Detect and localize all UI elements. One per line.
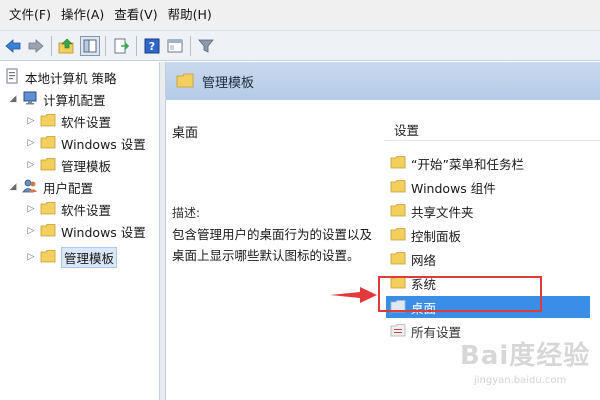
list-item[interactable]: Windows 组件: [390, 176, 496, 198]
folder-icon: [390, 155, 406, 172]
menu-help[interactable]: 帮助(H): [163, 0, 217, 30]
tree-item-user-software-settings[interactable]: ▷ 软件设置: [26, 198, 111, 220]
folder-icon: [40, 113, 56, 130]
help-icon[interactable]: ?: [142, 36, 162, 56]
show-hide-tree-icon[interactable]: [80, 35, 100, 56]
list-item[interactable]: 所有设置: [390, 320, 461, 342]
folder-icon: [40, 201, 56, 218]
list-item[interactable]: 网络: [390, 248, 436, 270]
export-list-icon[interactable]: [111, 36, 131, 56]
toolbar-separator: [105, 35, 106, 56]
tree-item-label: 软件设置: [61, 202, 112, 218]
user-icon: [22, 178, 38, 197]
tree-item-label: 用户配置: [43, 180, 94, 196]
up-folder-icon[interactable]: [57, 36, 77, 56]
folder-icon: [390, 227, 406, 244]
tree-item-local-policy[interactable]: 本地计算机 策略: [4, 66, 116, 88]
tree-item-user-admin-templates[interactable]: ▷ 管理模板: [26, 246, 118, 268]
list-item-label: 网络: [411, 252, 437, 268]
description-label: 描述:: [172, 206, 201, 220]
svg-text:?: ?: [149, 40, 155, 53]
watermark-url: jingyan.baidu.com: [474, 375, 567, 386]
toolbar-separator: [136, 35, 137, 56]
tree-item-label: 软件设置: [61, 114, 112, 130]
toolbar-separator: [190, 35, 191, 56]
menu-action[interactable]: 操作(A): [56, 0, 109, 30]
tree-item-label: 管理模板: [61, 246, 118, 268]
description-pane: 桌面 描述: 包含管理用户的桌面行为的设置以及桌面上显示哪些默认图标的设置。: [166, 100, 384, 400]
tree-item-label: Windows 设置: [61, 136, 146, 152]
tree-item-computer-config[interactable]: ◢ 计算机配置: [8, 88, 106, 110]
tree-item-admin-templates[interactable]: ▷ 管理模板: [26, 154, 111, 176]
folder-icon: [176, 72, 194, 91]
list-item-label: 共享文件夹: [411, 204, 474, 220]
description-text: 包含管理用户的桌面行为的设置以及桌面上显示哪些默认图标的设置。: [172, 227, 373, 263]
list-item[interactable]: “开始”菜单和任务栏: [390, 152, 524, 174]
tree-item-software-settings[interactable]: ▷ 软件设置: [26, 110, 111, 132]
watermark-logo: Bai度经验: [460, 341, 591, 371]
forward-icon[interactable]: [26, 36, 46, 56]
tree-item-label: 本地计算机 策略: [25, 70, 117, 86]
properties-icon[interactable]: [165, 36, 185, 56]
tree-item-user-windows-settings[interactable]: ▷ Windows 设置: [26, 220, 146, 242]
menu-file[interactable]: 文件(F): [4, 0, 56, 30]
description-title: 桌面: [172, 126, 199, 141]
list-item-label: 控制面板: [411, 228, 462, 244]
column-header-settings[interactable]: 设置: [394, 120, 419, 139]
tree-item-label: 计算机配置: [43, 92, 106, 108]
settings-folder-icon: [390, 323, 406, 340]
expand-arrow-icon[interactable]: ▷: [26, 252, 36, 262]
list-item-label: Windows 组件: [411, 180, 496, 196]
policy-icon: [4, 68, 20, 87]
filter-icon[interactable]: [196, 36, 216, 56]
folder-icon: [40, 135, 56, 152]
annotation-arrow-icon: [330, 287, 377, 303]
tree-item-label: Windows 设置: [61, 224, 146, 240]
baidu-jingyan-watermark: Bai度经验 jingyan.baidu.com: [460, 335, 600, 395]
list-item-label: “开始”菜单和任务栏: [411, 156, 524, 172]
folder-icon: [40, 249, 56, 266]
tree-item-user-config[interactable]: ◢ 用户配置: [8, 176, 93, 198]
collapse-arrow-icon[interactable]: ◢: [8, 182, 18, 192]
header-divider: [384, 140, 600, 141]
list-item-label: 所有设置: [411, 324, 462, 340]
content-header-title: 管理模板: [202, 75, 255, 91]
folder-icon: [40, 223, 56, 240]
tree-item-label: 管理模板: [61, 158, 112, 174]
menu-bar: 文件(F) 操作(A) 查看(V) 帮助(H): [0, 0, 600, 30]
menu-view[interactable]: 查看(V): [109, 0, 162, 30]
list-item[interactable]: 共享文件夹: [390, 200, 474, 222]
back-icon[interactable]: [3, 36, 23, 56]
expand-arrow-icon[interactable]: ▷: [26, 226, 36, 236]
expand-arrow-icon[interactable]: ▷: [26, 204, 36, 214]
folder-icon: [390, 203, 406, 220]
policy-tree: 本地计算机 策略 ◢ 计算机配置 ▷ 软件设置 ▷ Windows 设置 ▷ 管…: [0, 62, 160, 400]
expand-arrow-icon[interactable]: ▷: [26, 116, 36, 126]
list-item[interactable]: 控制面板: [390, 224, 461, 246]
computer-icon: [22, 90, 38, 109]
expand-arrow-icon[interactable]: ▷: [26, 160, 36, 170]
annotation-highlight-box: [378, 276, 542, 312]
toolbar-separator: [51, 35, 52, 56]
folder-icon: [390, 179, 406, 196]
collapse-arrow-icon[interactable]: ◢: [8, 94, 18, 104]
tree-item-windows-settings[interactable]: ▷ Windows 设置: [26, 132, 146, 154]
folder-icon: [390, 251, 406, 268]
toolbar: ?: [0, 30, 600, 61]
expand-arrow-icon[interactable]: ▷: [26, 138, 36, 148]
folder-icon: [40, 157, 56, 174]
